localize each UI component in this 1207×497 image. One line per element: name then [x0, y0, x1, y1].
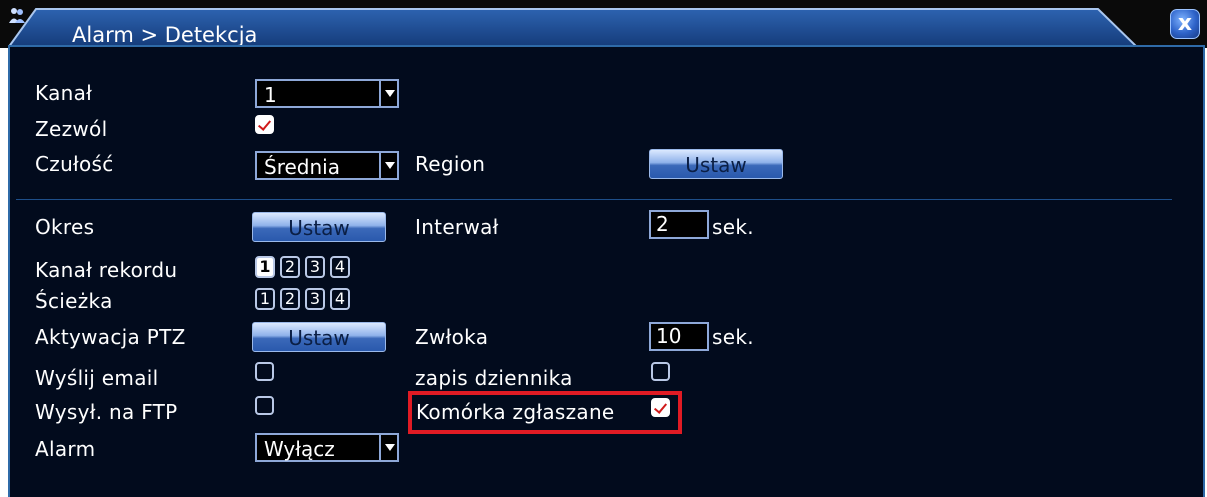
sciezka-label: Ścieżka — [35, 289, 113, 313]
record-channel-2[interactable]: 2 — [280, 256, 300, 278]
close-button[interactable]: x — [1170, 9, 1200, 39]
alarm-select[interactable]: Wyłącz — [255, 433, 399, 462]
dziennik-checkbox[interactable] — [651, 362, 670, 381]
path-channel-4[interactable]: 4 — [330, 288, 350, 310]
alarm-label: Alarm — [35, 437, 96, 461]
interwal-input[interactable]: 2 — [649, 210, 709, 239]
title-bar: Alarm > Detekcja x — [0, 0, 1207, 48]
path-channel-1[interactable]: 1 — [255, 288, 275, 310]
chevron-down-icon[interactable] — [379, 79, 399, 108]
alarm-detection-dialog: Alarm > Detekcja x Kanał 1 Zezwól Czułoś… — [0, 0, 1207, 497]
zwloka-unit: sek. — [712, 325, 754, 349]
zwloka-label: Zwłoka — [415, 325, 489, 349]
chevron-down-icon[interactable] — [379, 151, 399, 180]
czulosc-select[interactable]: Średnia — [255, 151, 399, 180]
email-label: Wyślij email — [35, 366, 159, 390]
okres-set-button[interactable]: Ustaw — [252, 212, 386, 242]
kanal-label: Kanał — [35, 81, 93, 105]
section-divider — [16, 199, 1172, 200]
window-title: Alarm > Detekcja — [72, 23, 258, 47]
kanal-rekordu-label: Kanał rekordu — [35, 258, 178, 282]
zezwol-checkbox[interactable] — [255, 115, 274, 134]
interwal-label: Interwał — [415, 215, 499, 239]
zezwol-label: Zezwól — [35, 117, 108, 141]
kanal-select-value: 1 — [264, 83, 277, 107]
chevron-down-icon[interactable] — [379, 433, 399, 462]
czulosc-label: Czułość — [35, 152, 114, 176]
okres-label: Okres — [35, 215, 95, 239]
path-channel-2[interactable]: 2 — [280, 288, 300, 310]
highlight-box — [408, 391, 682, 434]
region-label: Region — [415, 152, 486, 176]
people-icon — [9, 8, 25, 23]
ptz-label: Aktywacja PTZ — [35, 325, 186, 349]
path-channel-3[interactable]: 3 — [305, 288, 325, 310]
ftp-checkbox[interactable] — [255, 396, 274, 415]
title-tab: Alarm > Detekcja — [8, 6, 1143, 48]
czulosc-select-value: Średnia — [264, 155, 340, 179]
email-checkbox[interactable] — [255, 362, 274, 381]
region-set-button[interactable]: Ustaw — [649, 149, 783, 179]
record-channel-3[interactable]: 3 — [305, 256, 325, 278]
zwloka-input[interactable]: 10 — [649, 322, 709, 351]
alarm-select-value: Wyłącz — [264, 437, 335, 461]
ptz-set-button[interactable]: Ustaw — [252, 322, 386, 352]
record-channel-4[interactable]: 4 — [330, 256, 350, 278]
kanal-select[interactable]: 1 — [255, 79, 399, 108]
record-channel-1[interactable]: 1 — [255, 256, 275, 278]
interwal-unit: sek. — [712, 215, 754, 239]
dziennik-label: zapis dziennika — [415, 366, 573, 390]
ftp-label: Wysył. na FTP — [35, 400, 178, 424]
